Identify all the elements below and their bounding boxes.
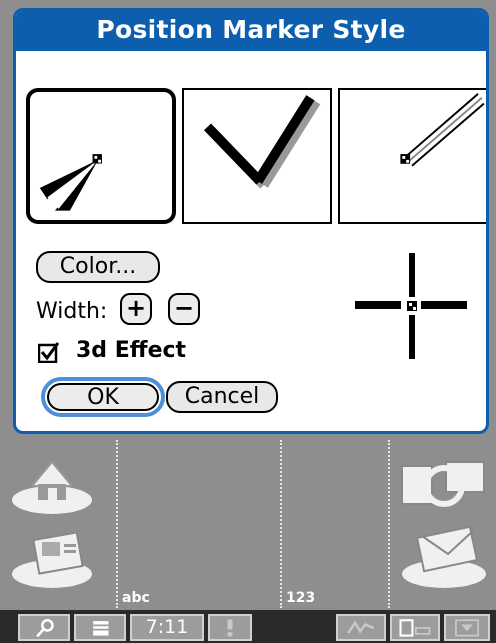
input-icon xyxy=(455,619,479,637)
numeric-area-label: 123 xyxy=(286,590,316,606)
divider xyxy=(280,440,282,608)
style-option-arrow[interactable] xyxy=(26,88,176,224)
sync-icon[interactable] xyxy=(396,452,490,516)
menu-button[interactable] xyxy=(74,614,126,641)
alert-button[interactable] xyxy=(208,614,252,641)
dialog-title: Position Marker Style xyxy=(16,11,486,51)
menu-icon xyxy=(93,621,109,636)
cancel-button[interactable]: Cancel xyxy=(166,381,278,413)
screen-rotate-button[interactable] xyxy=(390,614,440,641)
3d-effect-checkbox[interactable] xyxy=(37,341,60,364)
launcher-area: abc 123 xyxy=(0,440,496,608)
cross-tail-marker-icon xyxy=(204,95,321,189)
style-option-cross-tail[interactable] xyxy=(182,88,332,224)
arrow-marker-icon xyxy=(39,154,102,211)
home-icon[interactable] xyxy=(10,452,110,516)
alert-icon xyxy=(227,619,233,637)
alpha-area-label: abc xyxy=(122,590,150,606)
3d-effect-label: 3d Effect xyxy=(76,338,187,363)
status-bar: 7:11 xyxy=(0,610,496,643)
double-line-marker-icon xyxy=(400,93,485,167)
graffiti-button[interactable] xyxy=(336,614,386,641)
divider xyxy=(116,440,118,608)
width-increase-button[interactable]: + xyxy=(120,293,152,325)
ok-button-label: OK xyxy=(47,383,159,411)
screen-icon xyxy=(399,619,431,637)
width-decrease-button[interactable]: − xyxy=(168,293,200,325)
style-option-double-line[interactable] xyxy=(338,88,486,224)
find-button[interactable] xyxy=(18,614,70,641)
width-label: Width: xyxy=(36,299,108,324)
input-area-button[interactable] xyxy=(444,614,490,641)
color-button[interactable]: Color... xyxy=(36,251,160,283)
ok-button[interactable]: OK xyxy=(41,377,165,417)
marker-preview-crosshair-icon xyxy=(355,253,467,359)
clock[interactable]: 7:11 xyxy=(130,614,204,641)
graffiti-icon xyxy=(347,620,375,634)
mail-icon[interactable] xyxy=(396,522,490,592)
find-icon xyxy=(36,618,54,638)
divider xyxy=(388,440,390,608)
position-marker-style-dialog: Position Marker Style Color... Width: + … xyxy=(13,8,489,434)
applications-icon[interactable] xyxy=(10,522,110,592)
checkmark-icon xyxy=(37,342,60,364)
